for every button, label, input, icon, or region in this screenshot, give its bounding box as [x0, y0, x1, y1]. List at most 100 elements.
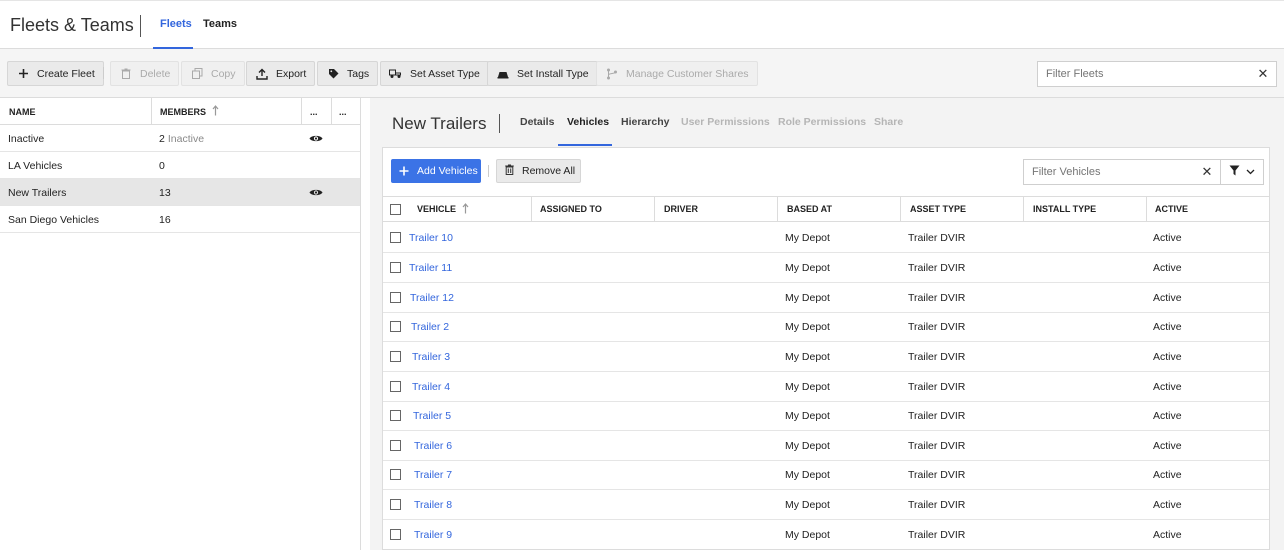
vehicle-asset-type: Trailer DVIR — [908, 231, 966, 244]
filter-fleets-input[interactable] — [1038, 68, 1250, 80]
vehicle-row[interactable]: Trailer 2 My Depot Trailer DVIR Active — [383, 312, 1269, 342]
fleet-row-san-diego-vehicles[interactable]: San Diego Vehicles 16 — [0, 206, 360, 233]
vehicle-asset-type: Trailer DVIR — [908, 409, 966, 422]
vehicle-row[interactable]: Trailer 5 My Depot Trailer DVIR Active — [383, 401, 1269, 431]
row-checkbox[interactable] — [390, 283, 401, 312]
column-members[interactable]: MEMBERS — [160, 98, 219, 125]
manage-customer-shares-button[interactable]: Manage Customer Shares — [596, 61, 758, 86]
row-checkbox[interactable] — [390, 223, 401, 252]
vehicle-asset-type: Trailer DVIR — [908, 439, 966, 452]
tab-role-permissions[interactable]: Role Permissions — [778, 116, 866, 128]
tab-hierarchy[interactable]: Hierarchy — [621, 116, 669, 128]
fleet-members-count: 16 — [159, 213, 171, 226]
fleet-name: LA Vehicles — [8, 159, 63, 172]
tab-vehicles[interactable]: Vehicles — [567, 116, 609, 128]
tag-icon — [326, 67, 340, 81]
fleet-list-header: NAME MEMBERS ... ... — [0, 98, 360, 125]
upload-icon — [255, 67, 269, 81]
vehicle-based-at: My Depot — [785, 380, 830, 393]
column-install-type[interactable]: INSTALL TYPE — [1033, 197, 1096, 221]
vehicle-row[interactable]: Trailer 3 My Depot Trailer DVIR Active — [383, 342, 1269, 372]
vehicle-link[interactable]: Trailer 2 — [411, 312, 449, 341]
column-name[interactable]: NAME — [9, 98, 36, 125]
vehicle-link[interactable]: Trailer 9 — [414, 520, 452, 549]
plus-icon — [399, 163, 409, 179]
vehicle-based-at: My Depot — [785, 409, 830, 422]
row-checkbox[interactable] — [390, 372, 401, 401]
select-all-checkbox[interactable] — [390, 197, 401, 221]
vehicle-row[interactable]: Trailer 4 My Depot Trailer DVIR Active — [383, 372, 1269, 402]
row-checkbox[interactable] — [390, 312, 401, 341]
vehicle-link[interactable]: Trailer 6 — [414, 431, 452, 460]
column-active[interactable]: ACTIVE — [1155, 197, 1188, 221]
top-bar: Fleets & Teams Fleets Teams — [0, 0, 1284, 49]
clear-filter-fleets-icon[interactable]: ✕ — [1250, 66, 1276, 82]
copy-button[interactable]: Copy — [181, 61, 245, 86]
filter-options-button[interactable] — [1220, 160, 1263, 184]
vehicle-row[interactable]: Trailer 7 My Depot Trailer DVIR Active — [383, 460, 1269, 490]
row-checkbox[interactable] — [390, 253, 401, 282]
delete-button[interactable]: Delete — [110, 61, 180, 86]
row-checkbox[interactable] — [390, 520, 401, 549]
column-more-1[interactable]: ... — [310, 98, 318, 125]
vehicle-row[interactable]: Trailer 8 My Depot Trailer DVIR Active — [383, 490, 1269, 520]
vehicle-based-at: My Depot — [785, 261, 830, 274]
tags-button[interactable]: Tags — [317, 61, 379, 86]
tab-fleets[interactable]: Fleets — [160, 18, 192, 30]
vehicle-row[interactable]: Trailer 10 My Depot Trailer DVIR Active — [383, 223, 1269, 253]
toolbar-divider — [103, 67, 104, 79]
clear-filter-vehicles-icon[interactable]: ✕ — [1194, 164, 1220, 180]
row-checkbox[interactable] — [390, 490, 401, 519]
vehicle-link[interactable]: Trailer 12 — [410, 283, 454, 312]
export-button[interactable]: Export — [246, 61, 316, 86]
row-checkbox[interactable] — [390, 401, 401, 430]
fleet-name: Inactive — [8, 132, 45, 145]
vehicle-link[interactable]: Trailer 5 — [413, 401, 451, 430]
tab-share[interactable]: Share — [874, 116, 903, 128]
add-vehicles-button[interactable]: Add Vehicles — [391, 159, 481, 183]
filter-vehicles-input[interactable] — [1024, 166, 1194, 178]
vehicle-row[interactable]: Trailer 9 My Depot Trailer DVIR Active — [383, 520, 1269, 549]
vehicle-asset-type: Trailer DVIR — [908, 261, 966, 274]
column-assigned-to[interactable]: ASSIGNED TO — [540, 197, 602, 221]
fleet-row-inactive[interactable]: Inactive 2 Inactive — [0, 125, 360, 152]
vehicle-link[interactable]: Trailer 4 — [412, 372, 450, 401]
column-divider — [1023, 197, 1024, 221]
tab-details[interactable]: Details — [520, 116, 554, 128]
vehicle-link[interactable]: Trailer 10 — [409, 223, 453, 252]
row-checkbox[interactable] — [390, 431, 401, 460]
set-asset-type-button[interactable]: Set Asset Type — [380, 61, 489, 86]
fleet-row-la-vehicles[interactable]: LA Vehicles 0 — [0, 152, 360, 179]
trash-icon — [119, 67, 133, 81]
column-more-2[interactable]: ... — [339, 98, 347, 125]
vehicle-link[interactable]: Trailer 8 — [414, 490, 452, 519]
vehicle-active-status: Active — [1153, 231, 1182, 244]
tags-label: Tags — [347, 67, 370, 80]
eye-icon[interactable] — [309, 125, 323, 152]
tab-teams[interactable]: Teams — [203, 18, 237, 30]
vehicle-link[interactable]: Trailer 7 — [414, 460, 452, 489]
vehicle-active-status: Active — [1153, 291, 1182, 304]
vehicle-link[interactable]: Trailer 3 — [412, 342, 450, 371]
fleet-row-new-trailers[interactable]: New Trailers 13 — [0, 179, 360, 206]
column-asset-type[interactable]: ASSET TYPE — [910, 197, 966, 221]
row-checkbox[interactable] — [390, 460, 401, 489]
fleet-members-count: 13 — [159, 186, 171, 199]
tab-user-permissions[interactable]: User Permissions — [681, 116, 770, 128]
create-fleet-button[interactable]: Create Fleet — [7, 61, 104, 86]
vehicle-row[interactable]: Trailer 12 My Depot Trailer DVIR Active — [383, 283, 1269, 313]
vehicle-active-status: Active — [1153, 468, 1182, 481]
vehicle-link[interactable]: Trailer 11 — [409, 253, 452, 282]
vehicle-row[interactable]: Trailer 6 My Depot Trailer DVIR Active — [383, 431, 1269, 461]
set-install-type-button[interactable]: Set Install Type — [487, 61, 598, 86]
column-driver[interactable]: DRIVER — [664, 197, 698, 221]
vehicle-based-at: My Depot — [785, 498, 830, 511]
fleet-name: New Trailers — [8, 186, 67, 199]
vehicle-row[interactable]: Trailer 11 My Depot Trailer DVIR Active — [383, 253, 1269, 283]
vehicle-asset-type: Trailer DVIR — [908, 380, 966, 393]
column-vehicle[interactable]: VEHICLE — [417, 197, 469, 221]
row-checkbox[interactable] — [390, 342, 401, 371]
eye-icon[interactable] — [309, 179, 323, 206]
remove-all-button[interactable]: Remove All — [496, 159, 581, 183]
column-based-at[interactable]: BASED AT — [787, 197, 832, 221]
